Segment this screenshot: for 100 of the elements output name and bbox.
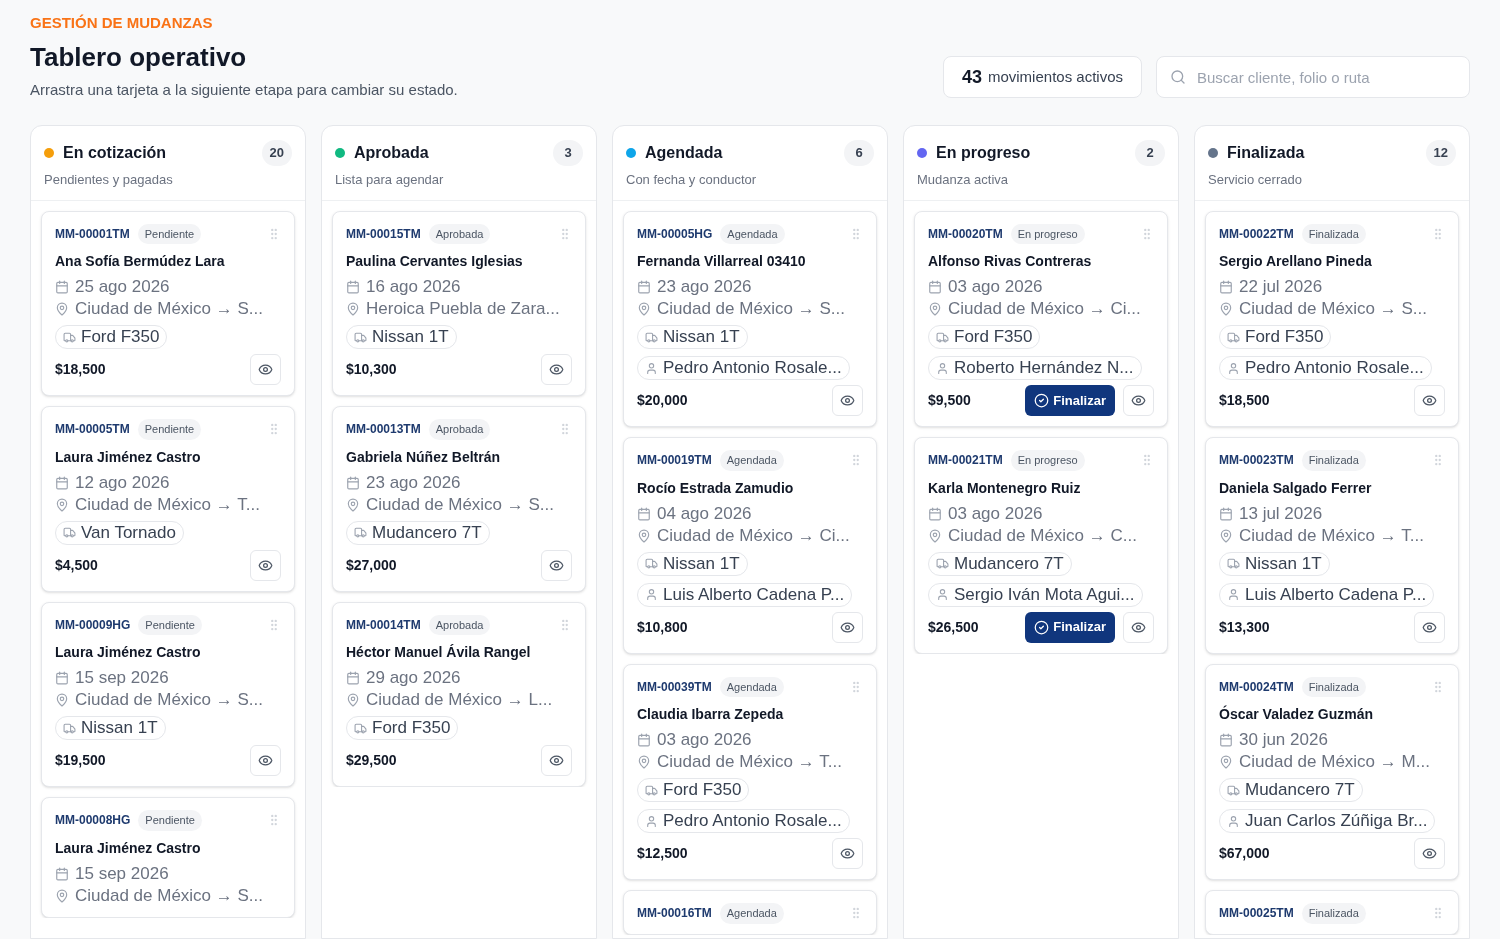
search-field[interactable]: Buscar cliente, folio o ruta [1156,56,1470,98]
task-card[interactable]: MM-00009HG Pendiente Laura Jiménez Castro 15 sep 2026 Ciudad de México → S... Nissan 1T $19,500 [41,601,295,787]
route: Ciudad de México → L... [366,689,553,711]
eye-icon [258,753,273,768]
client-name: Sergio Arellano Pineda [1219,252,1373,271]
task-card[interactable]: MM-00021TM En progreso Karla Montenegro Ruiz 03 ago 2026 Ciudad de México → C... Mudancero 7T Sergio Iván Mota Agui... $26,500 Finalizar [914,437,1168,654]
price: $18,500 [55,360,106,379]
client-name: Laura Jiménez Castro [55,447,202,467]
page-title: Tablero operativo [30,40,248,73]
view-button[interactable] [1414,385,1445,416]
eye-icon [840,619,855,635]
eye-icon [1422,846,1437,861]
view-button[interactable] [250,354,281,385]
calendar-icon [55,475,69,490]
price: $10,800 [637,617,688,637]
check-circle-icon [1034,619,1050,635]
route: Ciudad de México → T... [1239,524,1424,547]
view-button[interactable] [541,549,572,581]
calendar-icon [637,733,651,747]
view-button[interactable] [832,611,863,643]
column-count: 2 [1135,140,1165,166]
price: $29,500 [346,751,397,770]
eyebrow: GESTIÓN DE MUDANZAS [30,13,214,33]
view-button[interactable] [1123,385,1154,416]
price: $4,500 [55,555,98,575]
eye-icon [1422,619,1437,635]
column-subtitle: Con fecha y conductor [626,171,758,189]
move-date: 23 ago 2026 [366,471,461,494]
task-card[interactable]: MM-00016TM Agendada [623,890,877,935]
task-card[interactable]: MM-00005HG Agendada Fernanda Villarreal 03410 23 ago 2026 Ciudad de México → S... Nissan 1T Pedro Antonio Rosale... $20,000 [623,210,877,427]
eye-icon [258,362,273,377]
client-name: Laura Jiménez Castro [55,838,202,858]
calendar-icon [928,280,942,294]
truck-icon [1227,557,1240,570]
task-card[interactable]: MM-00014TM Aprobada Héctor Manuel Ávila Rangel 29 ago 2026 Ciudad de México → L... Ford F350 $29,500 [332,601,586,787]
client-name: Paulina Cervantes Iglesias [346,252,524,271]
eye-icon [1131,393,1146,408]
finalize-button[interactable]: Finalizar [1025,611,1115,643]
column-count: 3 [553,140,583,166]
folio: MM-00016TM [637,905,712,923]
column-subtitle: Servicio cerrado [1208,171,1303,189]
move-date: 15 sep 2026 [75,862,169,885]
route: Heroica Puebla de Zara... [366,298,560,320]
price: $19,500 [55,751,106,770]
truck-icon [645,330,658,344]
folio: MM-00025TM [1219,905,1294,923]
column-count: 12 [1425,140,1456,166]
column-title: En progreso [936,143,1031,163]
person-icon [645,814,658,828]
location-pin-icon [55,693,69,707]
view-button[interactable] [1123,611,1154,643]
view-button[interactable] [1414,611,1445,643]
status-badge: En progreso [1010,450,1085,471]
view-button[interactable] [832,838,863,869]
truck-icon [354,330,367,344]
eye-icon [549,753,564,768]
person-icon [1227,814,1240,828]
status-badge: Agendada [719,903,784,924]
truck-icon [63,526,76,539]
route: Ciudad de México → S... [1239,298,1428,320]
move-date: 22 jul 2026 [1239,276,1323,298]
person-icon [1227,361,1240,375]
finalize-button[interactable]: Finalizar [1025,385,1115,416]
view-button[interactable] [541,354,572,385]
task-card[interactable]: MM-00023TM Finalizada Daniela Salgado Ferrer 13 jul 2026 Ciudad de México → T... Nissan 1T Luis Alberto Cadena P... $13,300 [1205,437,1459,654]
view-button[interactable] [250,549,281,581]
move-date: 16 ago 2026 [366,276,461,298]
view-button[interactable] [541,745,572,776]
task-card[interactable]: MM-00039TM Agendada Claudia Ibarra Zepeda 03 ago 2026 Ciudad de México → T... Ford F350 Pedro Antonio Rosale... $12,500 [623,663,877,880]
task-card[interactable]: MM-00005TM Pendiente Laura Jiménez Castro 12 ago 2026 Ciudad de México → T... Van Tornado $4,500 [41,406,295,592]
task-card[interactable]: MM-00025TM Finalizada [1205,890,1459,935]
client-name: Rocío Estrada Zamudio [637,478,795,498]
view-button[interactable] [832,385,863,416]
active-counter: 43 movimientos activos [942,56,1142,98]
eye-icon [549,557,564,573]
task-card[interactable]: MM-00001TM Pendiente Ana Sofía Bermúdez Lara 25 ago 2026 Ciudad de México → S... Ford F350 $18,500 [41,210,295,396]
client-name: Alfonso Rivas Contreras [928,252,1093,271]
client-name: Ana Sofía Bermúdez Lara [55,252,226,271]
task-card[interactable]: MM-00022TM Finalizada Sergio Arellano Pineda 22 jul 2026 Ciudad de México → S... Ford F350 Pedro Antonio Rosale... $18,500 [1205,210,1459,427]
truck-icon [936,330,949,344]
task-card[interactable]: MM-00024TM Finalizada Óscar Valadez Guzmán 30 jun 2026 Ciudad de México → M... Mudancero 7T Juan Carlos Zúñiga Br... $67,000 [1205,663,1459,880]
move-date: 04 ago 2026 [657,502,752,525]
view-button[interactable] [1414,838,1445,869]
calendar-icon [1219,733,1233,747]
task-card[interactable]: MM-00019TM Agendada Rocío Estrada Zamudio 04 ago 2026 Ciudad de México → Ci... Nissan 1T Luis Alberto Cadena P... $10,800 [623,437,877,654]
move-date: 15 sep 2026 [75,667,169,689]
eye-icon [1131,619,1146,635]
status-badge: Pendiente [138,614,202,635]
folio: MM-00039TM [637,678,712,696]
route: Ciudad de México → S... [366,493,555,516]
task-card[interactable]: MM-00013TM Aprobada Gabriela Núñez Beltrán 23 ago 2026 Ciudad de México → S... Mudancero 7T $27,000 [332,406,586,592]
task-card[interactable]: MM-00020TM En progreso Alfonso Rivas Contreras 03 ago 2026 Ciudad de México → Ci... Ford F350 Roberto Hernández N... $9,500 Finalizar [914,210,1168,427]
route: Ciudad de México → S... [657,298,846,320]
task-card[interactable]: MM-00015TM Aprobada Paulina Cervantes Iglesias 16 ago 2026 Heroica Puebla de Zara... Nissan 1T $10,300 [332,210,586,396]
calendar-icon [637,280,651,294]
view-button[interactable] [250,745,281,776]
client-name: Claudia Ibarra Zepeda [637,705,785,724]
price: $20,000 [637,391,688,410]
calendar-icon [346,475,360,490]
task-card[interactable]: MM-00008HG Pendiente Laura Jiménez Castro 15 sep 2026 Ciudad de México → S... [41,797,295,918]
